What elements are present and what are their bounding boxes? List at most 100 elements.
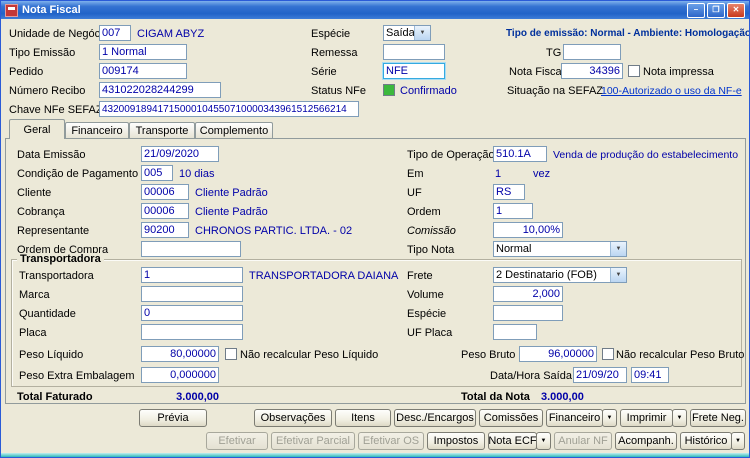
- tipo-emissao-input[interactable]: [99, 44, 187, 60]
- remessa-input[interactable]: [383, 44, 445, 60]
- numero-recibo-label: Número Recibo: [9, 85, 86, 97]
- financeiro-dropdown-button[interactable]: ▼: [602, 409, 617, 427]
- maximize-button[interactable]: ❐: [707, 2, 725, 18]
- desc-encargos-button[interactable]: Desc./Encargos: [394, 409, 476, 427]
- uf-placa-input[interactable]: [493, 324, 537, 340]
- representante-label: Representante: [17, 225, 90, 237]
- historico-button[interactable]: Histórico: [680, 432, 732, 450]
- peso-bruto-input[interactable]: [519, 346, 597, 362]
- data-emissao-input[interactable]: [141, 146, 219, 162]
- peso-liquido-recalc-checkbox[interactable]: [225, 348, 237, 360]
- numero-recibo-input[interactable]: [99, 82, 221, 98]
- tipo-nota-label: Tipo Nota: [407, 244, 455, 256]
- tab-geral[interactable]: Geral: [9, 119, 65, 139]
- peso-bruto-recalc-checkbox[interactable]: [602, 348, 614, 360]
- minimize-button[interactable]: –: [687, 2, 705, 18]
- historico-dropdown-button[interactable]: ▼: [731, 432, 745, 450]
- cobranca-label: Cobrança: [17, 206, 65, 218]
- especie-label: Espécie: [311, 28, 351, 40]
- tipo-operacao-input[interactable]: [493, 146, 547, 162]
- itens-button[interactable]: Itens: [335, 409, 391, 427]
- data-saida-input[interactable]: [573, 367, 627, 383]
- tipo-operacao-desc: Venda de produção do estabelecimento: [553, 149, 739, 161]
- nota-ecf-button[interactable]: Nota ECF: [488, 432, 537, 450]
- chave-nfe-label: Chave NFe SEFAZ: [9, 104, 103, 116]
- cliente-input[interactable]: [141, 184, 189, 200]
- cliente-label: Cliente: [17, 187, 52, 199]
- emission-mode-info: Tipo de emissão: Normal - Ambiente: Homo…: [506, 28, 750, 39]
- unidade-negocio-label: Unidade de Negócio: [9, 28, 109, 40]
- transportadora-name: TRANSPORTADORA DAIANA: [249, 270, 399, 282]
- serie-input[interactable]: [383, 63, 445, 79]
- chevron-down-icon: ▼: [610, 268, 626, 282]
- transportadora-label: Transportadora: [19, 270, 94, 282]
- tipo-nota-selected-value: Normal: [496, 243, 532, 255]
- condicao-pagamento-input[interactable]: [141, 165, 173, 181]
- comissao-input[interactable]: [493, 222, 563, 238]
- peso-liquido-recalc-label: Não recalcular Peso Líquido: [240, 349, 379, 361]
- window-controls: – ❐ ✕: [687, 2, 745, 18]
- uf-placa-label: UF Placa: [407, 327, 453, 339]
- transportadora-group-title: Transportadora: [17, 253, 104, 265]
- impostos-button[interactable]: Impostos: [427, 432, 485, 450]
- total-nota-label: Total da Nota: [461, 391, 530, 403]
- em-label: Em: [407, 168, 424, 180]
- nota-ecf-dropdown-button[interactable]: ▼: [536, 432, 551, 450]
- previa-button[interactable]: Prévia: [139, 409, 207, 427]
- imprimir-dropdown-button[interactable]: ▼: [672, 409, 687, 427]
- chevron-down-icon: ▼: [414, 26, 430, 40]
- uf-input[interactable]: [493, 184, 525, 200]
- frete-neg-button[interactable]: Frete Neg.: [690, 409, 746, 427]
- peso-bruto-label: Peso Bruto: [461, 349, 516, 361]
- especie-volume-input[interactable]: [493, 305, 563, 321]
- comissao-label: Comissão: [407, 225, 456, 237]
- comissoes-button[interactable]: Comissões: [479, 409, 543, 427]
- tipo-nota-select[interactable]: Normal ▼: [493, 241, 627, 257]
- imprimir-button[interactable]: Imprimir: [620, 409, 673, 427]
- cobranca-input[interactable]: [141, 203, 189, 219]
- total-nota-value: 3.000,00: [541, 391, 584, 403]
- pedido-input[interactable]: [99, 63, 187, 79]
- transportadora-input[interactable]: [141, 267, 243, 283]
- nota-fiscal-input[interactable]: [561, 63, 623, 79]
- efetivar-os-button[interactable]: Efetivar OS: [358, 432, 424, 450]
- tab-complemento[interactable]: Complemento: [195, 122, 273, 138]
- frete-select[interactable]: 2 Destinatario (FOB) ▼: [493, 267, 627, 283]
- observacoes-button[interactable]: Observações: [254, 409, 332, 427]
- anular-nf-button[interactable]: Anular NF: [554, 432, 612, 450]
- financeiro-button[interactable]: Financeiro: [546, 409, 603, 427]
- efetivar-parcial-button[interactable]: Efetivar Parcial: [271, 432, 355, 450]
- marca-input[interactable]: [141, 286, 243, 302]
- ordem-input[interactable]: [493, 203, 533, 219]
- volume-input[interactable]: [493, 286, 563, 302]
- status-nfe-checkbox[interactable]: [383, 84, 395, 96]
- representante-input[interactable]: [141, 222, 189, 238]
- efetivar-button[interactable]: Efetivar: [206, 432, 268, 450]
- peso-extra-input[interactable]: [141, 367, 219, 383]
- tg-input[interactable]: [563, 44, 621, 60]
- chave-nfe-input[interactable]: [99, 101, 359, 117]
- unidade-negocio-input[interactable]: [99, 25, 131, 41]
- ordem-compra-input[interactable]: [141, 241, 241, 257]
- close-button[interactable]: ✕: [727, 2, 745, 18]
- volume-label: Volume: [407, 289, 444, 301]
- data-hora-saida-label: Data/Hora Saída: [490, 370, 572, 382]
- acompanh-button[interactable]: Acompanh.: [615, 432, 677, 450]
- unidade-negocio-name: CIGAM ABYZ: [137, 28, 205, 40]
- placa-input[interactable]: [141, 324, 243, 340]
- especie-select[interactable]: Saída ▼: [383, 25, 431, 41]
- nota-impressa-checkbox[interactable]: [628, 65, 640, 77]
- tipo-operacao-label: Tipo de Operação: [407, 149, 495, 161]
- peso-liquido-input[interactable]: [141, 346, 219, 362]
- title-bar: Nota Fiscal – ❐ ✕: [1, 1, 749, 19]
- situacao-sefaz-link[interactable]: 100-Autorizado o uso da NF-e: [601, 85, 742, 97]
- especie-volume-label: Espécie: [407, 308, 447, 320]
- peso-liquido-label: Peso Líquido: [19, 349, 84, 361]
- hora-saida-input[interactable]: [631, 367, 669, 383]
- quantidade-input[interactable]: [141, 305, 243, 321]
- tab-geral-label: Geral: [23, 123, 51, 136]
- chevron-down-icon: ▼: [610, 242, 626, 256]
- tab-transporte[interactable]: Transporte: [129, 122, 195, 138]
- tab-financeiro[interactable]: Financeiro: [65, 122, 129, 138]
- status-nfe-value: Confirmado: [400, 85, 457, 97]
